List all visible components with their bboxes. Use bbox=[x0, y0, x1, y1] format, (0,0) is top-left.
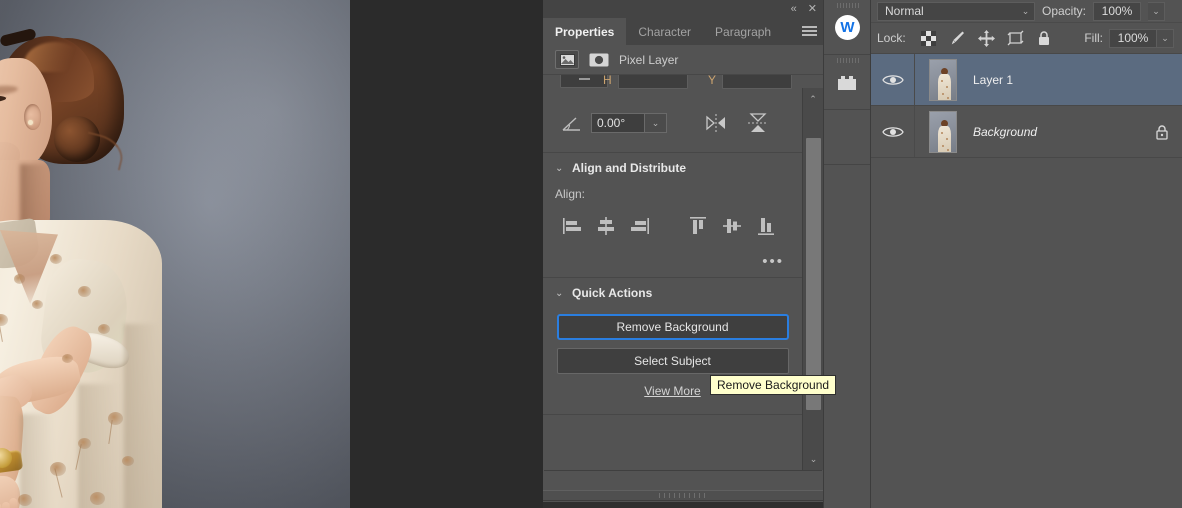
image-layer-icon[interactable] bbox=[555, 50, 579, 69]
align-section-header[interactable]: ⌄ Align and Distribute bbox=[543, 153, 802, 183]
chevron-down-icon[interactable]: ⌄ bbox=[555, 163, 564, 174]
eye-icon bbox=[882, 125, 904, 139]
panel-options-menu-button[interactable] bbox=[795, 18, 823, 45]
tab-properties[interactable]: Properties bbox=[543, 18, 626, 45]
properties-scroll-viewport: H Y 0.00° bbox=[543, 75, 823, 475]
table-row[interactable]: Layer 1 bbox=[871, 54, 1182, 106]
height-input[interactable] bbox=[618, 75, 688, 89]
fill-stepper-icon[interactable]: ⌄ bbox=[1157, 29, 1174, 48]
flip-vertical-icon[interactable] bbox=[747, 112, 769, 134]
align-and-distribute-section: ⌄ Align and Distribute Align: bbox=[543, 153, 802, 278]
angle-icon bbox=[562, 116, 581, 131]
photoshop-window: « ✕ Properties Character Paragraph bbox=[0, 0, 1182, 508]
document-canvas[interactable] bbox=[0, 0, 543, 508]
layer-visibility-toggle[interactable] bbox=[871, 106, 915, 157]
align-top-icon[interactable] bbox=[681, 213, 715, 239]
blend-mode-select[interactable]: Normal ⌄ bbox=[877, 2, 1035, 21]
padlock-icon bbox=[1155, 124, 1169, 140]
dock-empty-slot bbox=[824, 110, 871, 165]
layer-mask-icon[interactable] bbox=[587, 50, 611, 69]
grip-dots-icon bbox=[659, 493, 707, 498]
scroll-down-icon[interactable]: ⌄ bbox=[803, 448, 824, 470]
opacity-label: Opacity: bbox=[1042, 4, 1086, 18]
blend-mode-row: Normal ⌄ Opacity: 100% ⌄ bbox=[871, 0, 1182, 22]
align-buttons-row bbox=[543, 205, 802, 247]
rotation-row: 0.00° ⌄ bbox=[543, 109, 802, 137]
align-center-vertical-icon[interactable] bbox=[715, 213, 749, 239]
view-more-link[interactable]: View More bbox=[644, 384, 700, 398]
fill-label: Fill: bbox=[1084, 31, 1103, 45]
transform-partial-field[interactable] bbox=[560, 75, 608, 88]
y-position-input[interactable] bbox=[722, 75, 792, 89]
layers-panel: Normal ⌄ Opacity: 100% ⌄ Lock: bbox=[870, 0, 1182, 508]
close-icon[interactable]: ✕ bbox=[808, 4, 817, 15]
align-section-title: Align and Distribute bbox=[572, 161, 686, 175]
select-subject-button[interactable]: Select Subject bbox=[557, 348, 789, 374]
grip-dots-icon bbox=[837, 3, 859, 8]
y-position-label: Y bbox=[708, 75, 716, 87]
layer-thumbnail[interactable] bbox=[915, 111, 971, 153]
opacity-input[interactable]: 100% bbox=[1093, 2, 1141, 21]
lock-all-padlock-icon[interactable] bbox=[1036, 30, 1053, 47]
hamburger-menu-icon bbox=[802, 26, 817, 37]
photo-subject-figure bbox=[0, 24, 188, 508]
tab-character[interactable]: Character bbox=[626, 18, 703, 45]
prevent-nesting-artboard-icon[interactable] bbox=[1007, 30, 1024, 47]
table-row[interactable]: Background bbox=[871, 106, 1182, 158]
tab-paragraph[interactable]: Paragraph bbox=[703, 18, 783, 45]
lock-image-pixels-brush-icon[interactable] bbox=[949, 30, 966, 47]
panel-title-bar: « ✕ bbox=[543, 0, 823, 18]
tooltip: Remove Background bbox=[710, 375, 836, 395]
quick-actions-title: Quick Actions bbox=[572, 286, 652, 300]
height-label: H bbox=[603, 75, 612, 87]
chevron-down-icon: ⌄ bbox=[1017, 3, 1034, 20]
layer-name-label[interactable]: Layer 1 bbox=[971, 73, 1142, 87]
flip-horizontal-icon[interactable] bbox=[705, 114, 727, 132]
ellipsis-icon: ••• bbox=[762, 258, 784, 266]
layer-kind-label: Pixel Layer bbox=[619, 53, 678, 67]
dock-item-plugins[interactable] bbox=[824, 55, 871, 110]
panel-resize-grip[interactable] bbox=[543, 490, 823, 501]
chevron-down-icon[interactable]: ⌄ bbox=[555, 288, 564, 299]
scroll-up-icon[interactable]: ⌃ bbox=[803, 88, 823, 110]
canvas-photo[interactable] bbox=[0, 0, 350, 508]
wacom-w-badge-icon: W bbox=[835, 15, 860, 40]
rotation-angle-input[interactable]: 0.00° bbox=[591, 113, 645, 133]
layer-kind-row: Pixel Layer bbox=[543, 45, 823, 75]
align-more-options-button[interactable]: ••• bbox=[543, 247, 802, 277]
opacity-stepper-icon[interactable]: ⌄ bbox=[1148, 2, 1165, 21]
plugins-puzzle-icon bbox=[836, 73, 860, 92]
blend-mode-value: Normal bbox=[878, 4, 924, 18]
lock-position-move-icon[interactable] bbox=[978, 30, 995, 47]
dock-item-wacom[interactable]: W bbox=[824, 0, 871, 55]
layer-lock-indicator[interactable] bbox=[1142, 124, 1182, 140]
align-left-icon[interactable] bbox=[555, 213, 589, 239]
properties-panel-footer bbox=[543, 470, 823, 508]
lock-row: Lock: bbox=[871, 22, 1182, 54]
layer-visibility-toggle[interactable] bbox=[871, 54, 915, 105]
align-bottom-icon[interactable] bbox=[749, 213, 783, 239]
quick-actions-header[interactable]: ⌄ Quick Actions bbox=[543, 278, 802, 308]
collapse-panels-icon[interactable]: « bbox=[791, 4, 797, 15]
transform-section: H Y 0.00° bbox=[543, 75, 802, 153]
properties-scrollbar[interactable]: ⌃ ⌄ bbox=[802, 88, 823, 470]
eye-icon bbox=[882, 73, 904, 87]
properties-panel: « ✕ Properties Character Paragraph bbox=[543, 0, 823, 508]
scrollbar-track[interactable] bbox=[806, 110, 821, 448]
fill-input[interactable]: 100% bbox=[1109, 29, 1157, 48]
align-sub-label: Align: bbox=[543, 183, 802, 205]
lock-transparent-pixels-icon[interactable] bbox=[920, 30, 937, 47]
layer-thumbnail[interactable] bbox=[915, 59, 971, 101]
remove-background-button[interactable]: Remove Background bbox=[557, 314, 789, 340]
collapsed-panel-dock: W bbox=[823, 0, 870, 508]
panel-tab-strip: Properties Character Paragraph bbox=[543, 18, 823, 45]
grip-dots-icon bbox=[837, 58, 859, 63]
layer-name-label[interactable]: Background bbox=[971, 125, 1142, 139]
align-right-icon[interactable] bbox=[623, 213, 657, 239]
align-center-horizontal-icon[interactable] bbox=[589, 213, 623, 239]
rotation-stepper-icon[interactable]: ⌄ bbox=[645, 113, 667, 133]
lock-label: Lock: bbox=[877, 31, 906, 45]
scrollbar-thumb[interactable] bbox=[806, 138, 821, 410]
